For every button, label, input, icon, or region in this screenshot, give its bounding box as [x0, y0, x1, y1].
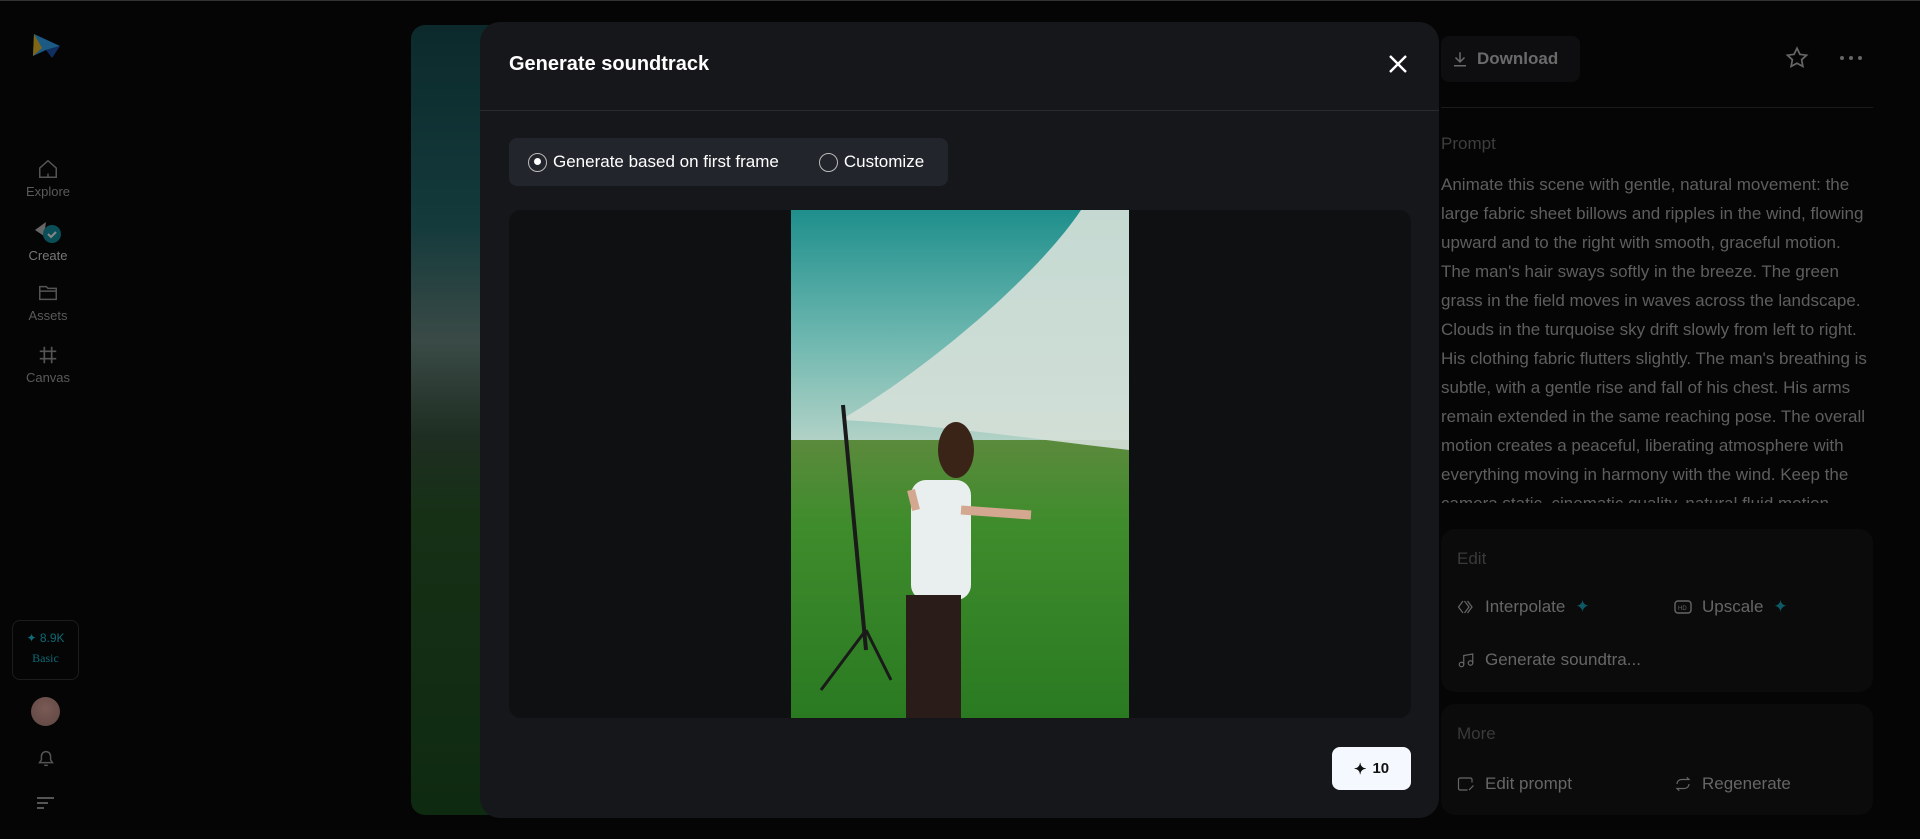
credits-badge[interactable]: ✦ 8.9K Basic: [12, 620, 79, 680]
more-options-icon[interactable]: [1838, 50, 1864, 66]
first-frame-preview: [509, 210, 1411, 718]
menu-icon[interactable]: [36, 796, 56, 810]
prompt-label: Prompt: [1441, 134, 1496, 153]
edit-title: Edit: [1457, 549, 1487, 568]
radio-customize[interactable]: Customize: [818, 152, 925, 172]
prompt-text: Animate this scene with gentle, natural …: [1441, 175, 1867, 503]
generate-soundtrack-modal: Generate soundtrack Generate based on fi…: [480, 22, 1439, 818]
sidebar-item-canvas[interactable]: Canvas: [0, 344, 96, 385]
sidebar-item-label: Create: [28, 248, 68, 263]
sidebar-item-assets[interactable]: Assets: [0, 282, 96, 323]
sidebar-item-label: Assets: [28, 308, 68, 323]
sparkle-icon: ✦: [1773, 597, 1788, 616]
radio-label: Generate based on first frame: [553, 152, 779, 171]
sidebar: Explore Create Assets Canvas ✦ 8.9K Basi…: [0, 0, 96, 839]
sidebar-item-label: Canvas: [25, 370, 71, 385]
close-icon[interactable]: [1386, 52, 1410, 76]
radio-unselected-icon: [818, 152, 838, 172]
generate-soundtrack-button[interactable]: Generate soundtra...: [1457, 650, 1641, 670]
interpolate-label: Interpolate: [1485, 597, 1566, 616]
sidebar-item-explore[interactable]: Explore: [0, 158, 96, 199]
radio-selected-icon: [528, 152, 547, 172]
download-label: Download: [1477, 49, 1559, 68]
regenerate-label: Regenerate: [1702, 774, 1791, 793]
edit-prompt-label: Edit prompt: [1485, 774, 1572, 793]
canvas-icon: [39, 346, 57, 364]
regenerate-icon: [1675, 776, 1691, 792]
credits-amount: ✦ 8.9K: [26, 631, 65, 645]
top-border: [0, 0, 1920, 1]
hd-icon: HD: [1674, 600, 1692, 614]
edit-prompt-button[interactable]: Edit prompt: [1457, 774, 1572, 794]
edit-icon: [1457, 777, 1474, 791]
divider: [1441, 107, 1873, 108]
interpolate-icon: [1457, 600, 1473, 614]
folder-icon: [39, 285, 57, 301]
soundtrack-mode-radio-group: Generate based on first frame Customize: [509, 138, 948, 186]
download-button[interactable]: Download: [1441, 36, 1580, 82]
sidebar-item-label: Explore: [25, 184, 71, 199]
bell-icon[interactable]: [35, 747, 57, 769]
upscale-button[interactable]: HD Upscale ✦: [1674, 597, 1788, 617]
avatar[interactable]: [31, 697, 60, 726]
app-logo[interactable]: [30, 32, 62, 64]
plan-label: Basic: [32, 651, 59, 665]
generate-button[interactable]: ✦ 10: [1332, 747, 1411, 790]
radio-label: Customize: [843, 152, 925, 171]
svg-text:HD: HD: [1678, 606, 1687, 612]
edit-card: Edit Interpolate ✦ HD Upscale ✦ Generate s…: [1441, 529, 1873, 692]
download-icon: [1454, 52, 1466, 67]
sparkle-icon: ✦: [1353, 760, 1367, 778]
modal-divider: [480, 110, 1439, 111]
more-title: More: [1457, 724, 1496, 743]
more-card: More Edit prompt Regenerate: [1441, 704, 1873, 815]
home-icon: [39, 159, 57, 178]
soundtrack-label: Generate soundtra...: [1485, 650, 1641, 669]
interpolate-button[interactable]: Interpolate ✦: [1457, 597, 1590, 617]
sparkle-icon: ✦: [1575, 597, 1590, 616]
music-note-icon: [1458, 653, 1474, 668]
upscale-label: Upscale: [1702, 597, 1764, 616]
first-frame-image: [791, 210, 1129, 718]
star-icon[interactable]: [1784, 45, 1810, 71]
modal-title: Generate soundtrack: [509, 53, 710, 75]
create-icon: [35, 222, 61, 243]
sidebar-item-create[interactable]: Create: [0, 220, 96, 263]
radio-first-frame[interactable]: Generate based on first frame: [528, 152, 779, 172]
regenerate-button[interactable]: Regenerate: [1674, 774, 1791, 794]
generate-cost: 10: [1372, 760, 1390, 777]
